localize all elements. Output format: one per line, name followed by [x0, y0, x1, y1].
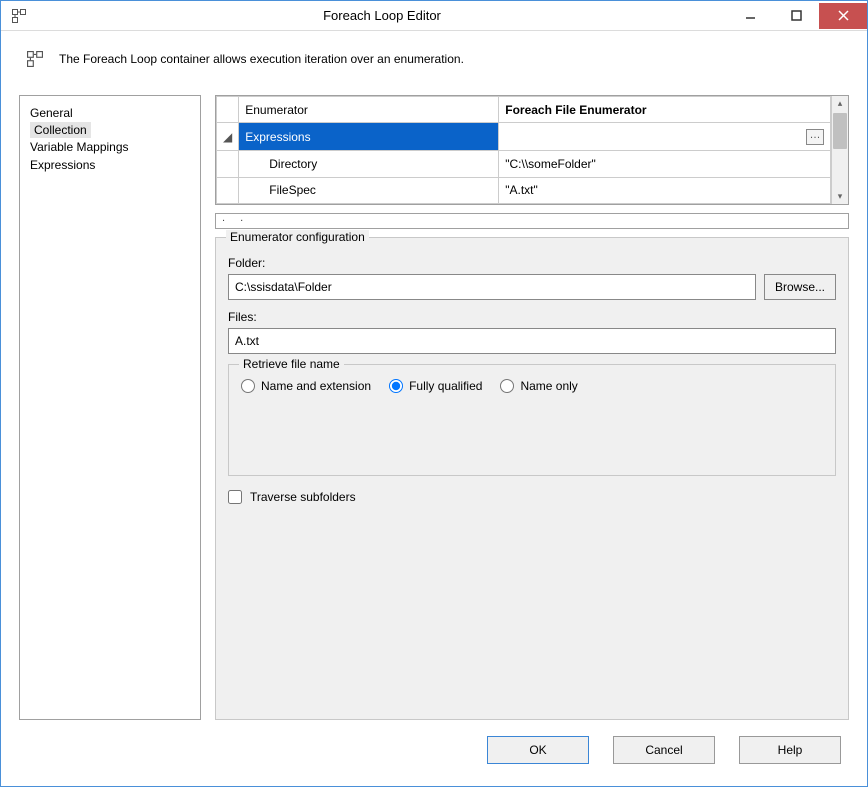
app-icon [7, 4, 31, 28]
retrieve-filename-group: Retrieve file name Name and extension Fu… [228, 364, 836, 476]
nav-item-general[interactable]: General [30, 104, 190, 122]
grid-value[interactable]: Foreach File Enumerator [499, 97, 831, 123]
minimize-button[interactable] [727, 3, 773, 29]
radio-fully-qualified-input[interactable] [389, 379, 403, 393]
radio-name-and-extension[interactable]: Name and extension [241, 379, 371, 393]
enumerator-config-group: Enumerator configuration Folder: Browse.… [215, 237, 849, 720]
grid-expand-cell [217, 151, 239, 177]
group-legend: Enumerator configuration [226, 230, 369, 244]
grid-scrollbar[interactable]: ▴ ▾ [831, 96, 848, 204]
nav-item-expressions[interactable]: Expressions [30, 156, 190, 174]
splitter-bar[interactable]: . . [215, 213, 849, 229]
button-bar: OK Cancel Help [19, 720, 849, 772]
radio-name-only-input[interactable] [500, 379, 514, 393]
titlebar: Foreach Loop Editor [1, 1, 867, 31]
dialog-content: The Foreach Loop container allows execut… [1, 31, 867, 786]
radio-name-only[interactable]: Name only [500, 379, 577, 393]
grid-expand-cell [217, 97, 239, 123]
grid-expand-cell [217, 177, 239, 203]
maximize-button[interactable] [773, 3, 819, 29]
grid-label[interactable]: Enumerator [239, 97, 499, 123]
scroll-down-icon[interactable]: ▾ [838, 189, 843, 204]
retrieve-legend: Retrieve file name [239, 357, 344, 371]
collapse-icon[interactable]: ◢ [217, 123, 239, 151]
grid-label[interactable]: Expressions [239, 123, 499, 151]
browse-button[interactable]: Browse... [764, 274, 836, 300]
nav-item-variable-mappings[interactable]: Variable Mappings [30, 138, 190, 156]
files-input[interactable] [228, 328, 836, 354]
cancel-button[interactable]: Cancel [613, 736, 715, 764]
ok-button[interactable]: OK [487, 736, 589, 764]
grid-row-filespec: FileSpec "A.txt" [217, 177, 831, 203]
grid-label[interactable]: Directory [239, 151, 499, 177]
grid-value[interactable]: … [499, 123, 831, 151]
property-grid[interactable]: Enumerator Foreach File Enumerator ◢ Exp… [215, 95, 849, 205]
grid-row-directory: Directory "C:\\someFolder" [217, 151, 831, 177]
grid-row-enumerator: Enumerator Foreach File Enumerator [217, 97, 831, 123]
dialog-window: Foreach Loop Editor The Foreach Loop con… [0, 0, 868, 787]
main-area: General Collection Variable Mappings Exp… [19, 95, 849, 720]
grid-value[interactable]: "A.txt" [499, 177, 831, 203]
grid-label[interactable]: FileSpec [239, 177, 499, 203]
info-header: The Foreach Loop container allows execut… [19, 45, 849, 95]
radio-fully-qualified[interactable]: Fully qualified [389, 379, 482, 393]
loop-icon [27, 51, 43, 67]
folder-input[interactable] [228, 274, 756, 300]
scroll-thumb[interactable] [833, 113, 847, 149]
nav-item-collection[interactable]: Collection [30, 122, 91, 138]
traverse-checkbox[interactable] [228, 490, 242, 504]
folder-label: Folder: [228, 256, 836, 270]
grid-value[interactable]: "C:\\someFolder" [499, 151, 831, 177]
close-button[interactable] [819, 3, 867, 29]
grid-row-expressions: ◢ Expressions … [217, 123, 831, 151]
info-text: The Foreach Loop container allows execut… [59, 51, 464, 66]
traverse-label[interactable]: Traverse subfolders [250, 490, 356, 504]
scroll-up-icon[interactable]: ▴ [838, 96, 843, 111]
ellipsis-button[interactable]: … [806, 129, 824, 145]
radio-name-and-extension-input[interactable] [241, 379, 255, 393]
help-button[interactable]: Help [739, 736, 841, 764]
right-panel: Enumerator Foreach File Enumerator ◢ Exp… [215, 95, 849, 720]
files-label: Files: [228, 310, 836, 324]
nav-panel: General Collection Variable Mappings Exp… [19, 95, 201, 720]
window-title: Foreach Loop Editor [37, 8, 727, 23]
